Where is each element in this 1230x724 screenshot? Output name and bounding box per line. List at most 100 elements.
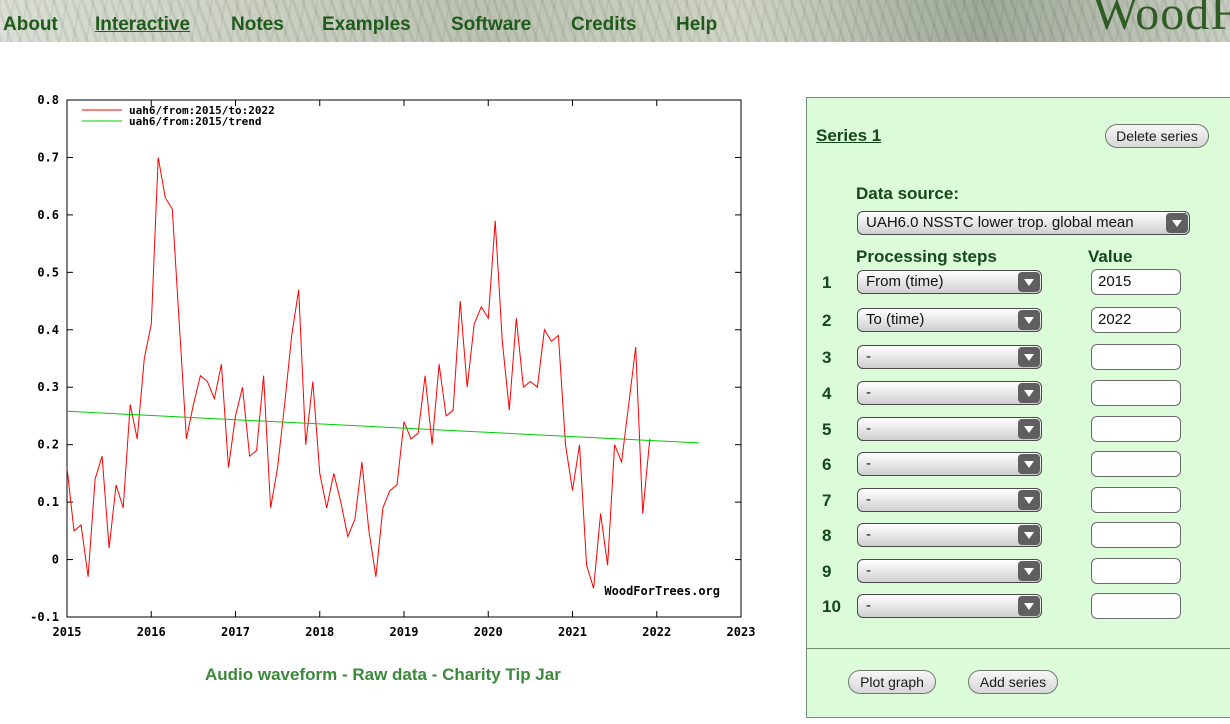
step-value-input-5[interactable] (1091, 416, 1181, 442)
step-select-8[interactable]: - (857, 523, 1042, 547)
tip-jar-link[interactable]: Charity Tip Jar (442, 665, 561, 684)
step-value-input-6[interactable] (1091, 451, 1181, 477)
plot-graph-button[interactable]: Plot graph (848, 670, 936, 694)
y-tick-label: 0.4 (37, 323, 59, 337)
nav-about[interactable]: About (3, 14, 58, 36)
x-tick-label: 2016 (137, 625, 166, 639)
link-separator: - (337, 665, 353, 684)
x-tick-label: 2022 (642, 625, 671, 639)
y-tick-label: 0.2 (37, 438, 59, 452)
series-title-link[interactable]: Series 1 (816, 126, 881, 146)
nav-credits[interactable]: Credits (571, 14, 636, 36)
step-number: 7 (822, 491, 832, 510)
step-select-value: - (866, 491, 871, 508)
step-select-value: - (866, 597, 871, 614)
graph-links: Audio waveform - Raw data - Charity Tip … (205, 665, 561, 685)
step-value-input-2[interactable]: 2022 (1091, 307, 1181, 333)
chevron-down-icon (1018, 419, 1040, 439)
chevron-down-icon (1018, 310, 1040, 330)
link-separator: - (427, 665, 443, 684)
chart-watermark: WoodForTrees.org (604, 584, 720, 598)
step-value-input-9[interactable] (1091, 558, 1181, 584)
step-select-value: To (time) (866, 311, 925, 328)
step-select-1[interactable]: From (time) (857, 270, 1042, 294)
nav-examples[interactable]: Examples (322, 14, 411, 36)
nav-interactive[interactable]: Interactive (95, 14, 190, 36)
step-number: 2 (822, 311, 832, 330)
step-value-input-7[interactable] (1091, 487, 1181, 513)
top-banner: About Interactive Notes Examples Softwar… (0, 0, 1230, 42)
step-select-4[interactable]: - (857, 381, 1042, 405)
step-select-value: - (866, 420, 871, 437)
y-tick-label: 0 (52, 553, 59, 567)
step-select-3[interactable]: - (857, 345, 1042, 369)
x-tick-label: 2017 (221, 625, 250, 639)
plot-frame (66, 99, 742, 618)
step-select-value: - (866, 348, 871, 365)
step-number: 8 (822, 526, 832, 545)
chevron-down-icon (1018, 561, 1040, 581)
step-value-input-1[interactable]: 2015 (1091, 269, 1181, 295)
x-tick-label: 2015 (53, 625, 82, 639)
x-tick-label: 2018 (305, 625, 334, 639)
step-number: 10 (822, 597, 841, 616)
x-tick-label: 2021 (558, 625, 587, 639)
step-number: 1 (822, 273, 832, 292)
y-tick-label: 0.1 (37, 495, 59, 509)
chevron-down-icon (1018, 347, 1040, 367)
step-select-value: - (866, 526, 871, 543)
step-value-input-10[interactable] (1091, 593, 1181, 619)
step-number: 9 (822, 562, 832, 581)
chevron-down-icon (1018, 596, 1040, 616)
y-tick-label: 0.8 (37, 95, 59, 107)
step-value-input-4[interactable] (1091, 380, 1181, 406)
chevron-down-icon (1018, 454, 1040, 474)
chevron-down-icon (1018, 272, 1040, 292)
chevron-down-icon (1018, 383, 1040, 403)
nav-help[interactable]: Help (676, 14, 717, 36)
step-select-value: - (866, 455, 871, 472)
step-select-2[interactable]: To (time) (857, 308, 1042, 332)
chevron-down-icon (1018, 525, 1040, 545)
step-number: 4 (822, 384, 832, 403)
step-select-value: - (866, 562, 871, 579)
raw-data-link[interactable]: Raw data (352, 665, 427, 684)
y-tick-label: 0.3 (37, 380, 59, 394)
y-tick-label: -0.1 (30, 610, 59, 624)
chevron-down-icon (1018, 490, 1040, 510)
y-tick-label: 0.6 (37, 208, 59, 222)
add-series-button[interactable]: Add series (968, 670, 1058, 694)
step-select-5[interactable]: - (857, 417, 1042, 441)
delete-series-button[interactable]: Delete series (1105, 124, 1209, 148)
step-value-input-8[interactable] (1091, 522, 1181, 548)
panel-divider (807, 648, 1230, 649)
step-select-value: - (866, 384, 871, 401)
temperature-chart: -0.1 0 0.1 0.2 0.3 0.4 0.5 0.6 0.7 0.8 2015 2016 201… (30, 95, 756, 639)
value-header: Value (1088, 247, 1133, 266)
audio-waveform-link[interactable]: Audio waveform (205, 665, 337, 684)
nav-notes[interactable]: Notes (231, 14, 284, 36)
step-number: 3 (822, 348, 832, 367)
step-number: 6 (822, 455, 832, 474)
nav-software[interactable]: Software (451, 14, 531, 36)
steps-header: Processing steps (856, 247, 997, 266)
legend-label: uah6/from:2015/trend (129, 115, 261, 128)
series-panel: Series 1 Delete series Data source: UAH6… (806, 97, 1230, 718)
step-select-6[interactable]: - (857, 452, 1042, 476)
step-select-7[interactable]: - (857, 488, 1042, 512)
x-tick-label: 2023 (727, 625, 756, 639)
chevron-down-icon (1166, 213, 1188, 233)
step-number: 5 (822, 420, 832, 439)
site-logo-text: WoodF (1092, 0, 1230, 40)
x-tick-label: 2019 (390, 625, 419, 639)
y-tick-label: 0.7 (37, 150, 59, 164)
step-value-input-3[interactable] (1091, 344, 1181, 370)
x-tick-label: 2020 (474, 625, 503, 639)
data-source-label: Data source: (856, 184, 959, 203)
y-tick-label: 0.5 (37, 265, 59, 279)
data-source-value: UAH6.0 NSSTC lower trop. global mean (866, 214, 1134, 231)
data-source-select[interactable]: UAH6.0 NSSTC lower trop. global mean (857, 211, 1190, 235)
step-select-9[interactable]: - (857, 559, 1042, 583)
step-select-value: From (time) (866, 273, 944, 290)
step-select-10[interactable]: - (857, 594, 1042, 618)
